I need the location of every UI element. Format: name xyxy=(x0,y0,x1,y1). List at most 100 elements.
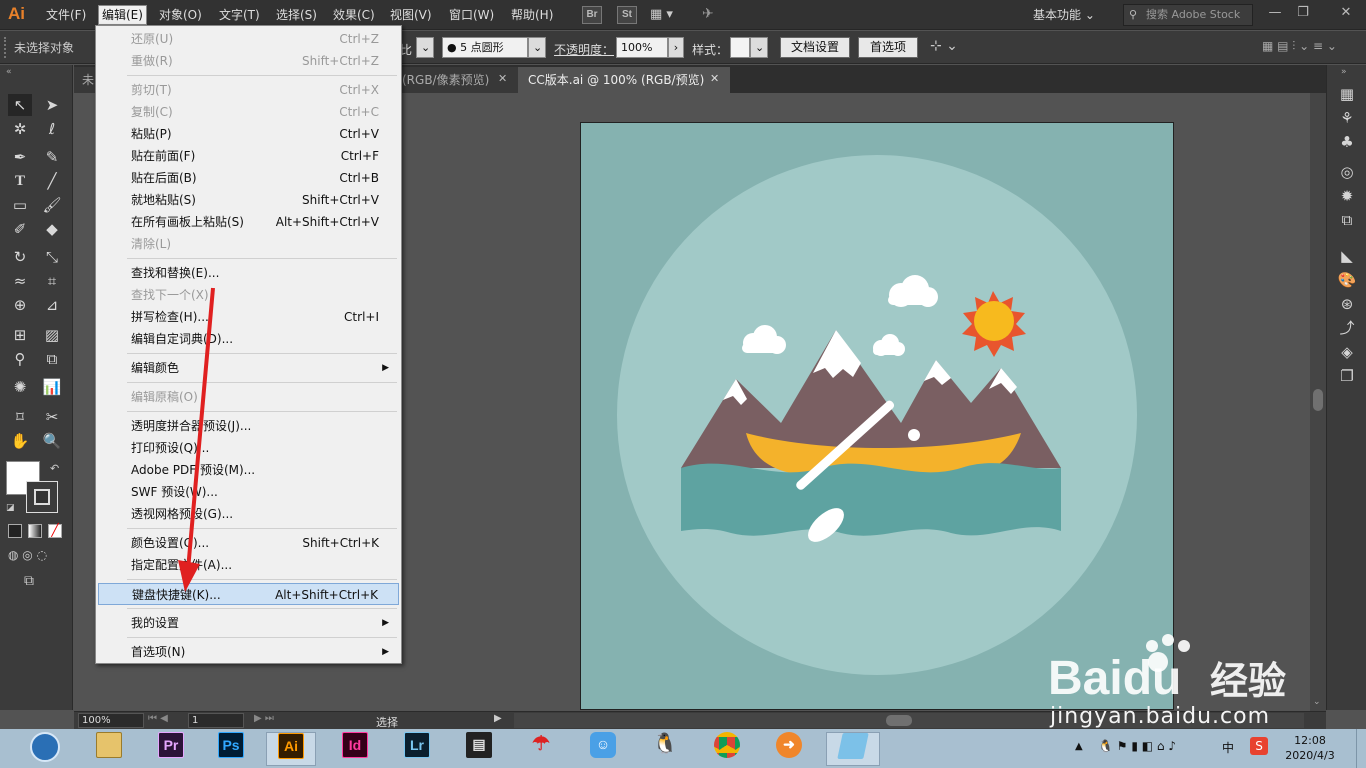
brushes-icon[interactable]: ⚘ xyxy=(1335,107,1359,129)
artboard[interactable] xyxy=(580,122,1174,710)
menu-view[interactable]: 视图(V) xyxy=(387,6,435,24)
edit-menu-item[interactable]: 我的设置 ▶ xyxy=(98,612,399,634)
zoom-field[interactable]: 100% xyxy=(78,713,144,728)
swap-fill-stroke-icon[interactable]: ↶ xyxy=(50,462,59,475)
file-explorer-icon[interactable] xyxy=(84,732,134,766)
menu-edit[interactable]: 编辑(E) xyxy=(98,5,147,25)
scroll-thumb[interactable] xyxy=(1313,389,1323,411)
chat-app-icon[interactable]: ☺ xyxy=(578,732,628,766)
close-tab-icon[interactable]: ✕ xyxy=(710,72,719,85)
stock-search-input[interactable]: ⚲ 搜索 Adobe Stock xyxy=(1123,4,1253,26)
edit-menu-item[interactable]: 粘贴(P) Ctrl+V xyxy=(98,123,399,145)
qq-icon[interactable]: 🐧 xyxy=(640,732,690,766)
video-editor-icon[interactable]: ▤ xyxy=(454,732,504,766)
menu-object[interactable]: 对象(O) xyxy=(156,6,205,24)
hand-tool-icon[interactable]: ✋ xyxy=(8,430,32,452)
edit-menu-item[interactable]: 指定配置文件(A)... xyxy=(98,554,399,576)
first-artboard-icon[interactable]: ⏮ ◀ xyxy=(148,713,168,724)
menu-select[interactable]: 选择(S) xyxy=(273,6,320,24)
lasso-tool-icon[interactable]: ℓ xyxy=(40,118,64,140)
stroke-swatch[interactable] xyxy=(26,481,58,513)
lightroom-icon[interactable]: Lr xyxy=(392,732,442,766)
edit-menu-item[interactable]: 透视网格预设(G)... xyxy=(98,503,399,525)
bridge-button[interactable]: Br xyxy=(582,6,602,24)
edit-menu-item[interactable]: SWF 预设(W)... xyxy=(98,481,399,503)
edit-menu-item[interactable]: 贴在后面(B) Ctrl+B xyxy=(98,167,399,189)
edit-menu-item[interactable]: 就地粘贴(S) Shift+Ctrl+V xyxy=(98,189,399,211)
color-guide-icon[interactable]: ▦ xyxy=(1335,83,1359,105)
gradient-mode-icon[interactable] xyxy=(28,524,42,538)
symbol-sprayer-tool-icon[interactable]: ✺ xyxy=(8,376,32,398)
default-colors-icon[interactable]: ◪ xyxy=(6,503,15,513)
minimize-button[interactable]: — xyxy=(1262,3,1288,23)
none-mode-icon[interactable]: ╱ xyxy=(48,524,62,538)
ratio-dropdown[interactable]: ⌄ xyxy=(416,37,434,58)
status-menu-arrow[interactable]: ▶ xyxy=(494,713,502,724)
perspective-grid-tool-icon[interactable]: ⊿ xyxy=(40,294,64,316)
opacity-input[interactable]: 100% xyxy=(616,37,668,58)
vertical-scrollbar[interactable]: ⌄ xyxy=(1310,93,1326,711)
tab-cc-version[interactable]: CC版本.ai @ 100% (RGB/预览) xyxy=(518,67,730,93)
magic-wand-tool-icon[interactable]: ✲ xyxy=(8,118,32,140)
menu-type[interactable]: 文字(T) xyxy=(216,6,263,24)
column-graph-tool-icon[interactable]: 📊 xyxy=(40,376,64,398)
artboards-icon[interactable]: ❐ xyxy=(1335,365,1359,387)
edit-menu-item[interactable]: 贴在前面(F) Ctrl+F xyxy=(98,145,399,167)
eyedropper-tool-icon[interactable]: ⚲ xyxy=(8,348,32,370)
brush-dropdown[interactable]: ⌄ xyxy=(528,37,546,58)
next-artboard-icon[interactable]: ▶ ⏭ xyxy=(254,713,274,724)
rotate-tool-icon[interactable]: ↻ xyxy=(8,246,32,268)
edit-menu-item[interactable]: 在所有画板上粘贴(S) Alt+Shift+Ctrl+V xyxy=(98,211,399,233)
free-transform-tool-icon[interactable]: ⌗ xyxy=(40,270,64,292)
gradient-panel-icon[interactable]: ◣ xyxy=(1335,245,1359,267)
draw-mode-icons[interactable]: ◍ ◎ ◌ xyxy=(8,548,47,562)
menu-effect[interactable]: 效果(C) xyxy=(330,6,378,24)
pen-tool-icon[interactable]: ✒ xyxy=(8,146,32,168)
edit-menu-item[interactable]: 查找和替换(E)... xyxy=(98,262,399,284)
type-tool-icon[interactable]: T xyxy=(8,170,32,192)
menu-file[interactable]: 文件(F) xyxy=(43,6,89,24)
stock-button[interactable]: St xyxy=(617,6,637,24)
appearance-icon[interactable]: ✹ xyxy=(1335,185,1359,207)
export-icon[interactable]: ⧉ xyxy=(1335,209,1359,231)
menu-help[interactable]: 帮助(H) xyxy=(508,6,556,24)
edit-menu-item[interactable]: 透明度拼合器预设(J)... xyxy=(98,415,399,437)
ime-indicator[interactable]: 中 xyxy=(1222,739,1234,756)
workspace-switcher[interactable]: 基本功能 ⌄ xyxy=(1033,6,1095,23)
width-tool-icon[interactable]: ≈ xyxy=(8,270,32,292)
orange-app-icon[interactable]: ➜ xyxy=(764,732,814,766)
opacity-arrow[interactable]: › xyxy=(668,37,684,58)
symbols-icon[interactable]: ♣ xyxy=(1335,131,1359,153)
edit-menu-item[interactable]: 键盘快捷键(K)... Alt+Shift+Ctrl+K xyxy=(98,583,399,605)
close-button[interactable]: ✕ xyxy=(1330,3,1362,23)
collapse-icon[interactable]: » xyxy=(1341,67,1347,77)
scale-tool-icon[interactable]: ⤡ xyxy=(40,246,64,268)
start-button[interactable] xyxy=(20,732,70,766)
edit-menu-item[interactable]: 打印预设(Q)... xyxy=(98,437,399,459)
swatches-icon[interactable]: 🎨 xyxy=(1335,269,1359,291)
curvature-tool-icon[interactable]: ✎ xyxy=(40,146,64,168)
direct-selection-tool-icon[interactable]: ➤ xyxy=(40,94,64,116)
preferences-button[interactable]: 首选项 xyxy=(858,37,918,58)
scroll-thumb[interactable] xyxy=(886,715,912,726)
tab-untitled[interactable]: 未 xyxy=(74,67,96,93)
menu-window[interactable]: 窗口(W) xyxy=(446,6,497,24)
layers-icon[interactable]: ◈ xyxy=(1335,341,1359,363)
edit-menu-item[interactable]: 编辑自定词典(D)... xyxy=(98,328,399,350)
screen-mode-icon[interactable]: ⧉ xyxy=(24,573,34,589)
opacity-label[interactable]: 不透明度： xyxy=(554,41,614,58)
color-mode-icon[interactable] xyxy=(8,524,22,538)
style-dropdown[interactable]: ⌄ xyxy=(750,37,768,58)
shaper-tool-icon[interactable]: ✐ xyxy=(8,218,32,240)
slice-tool-icon[interactable]: ✂ xyxy=(40,406,64,428)
chrome-icon[interactable] xyxy=(702,732,752,766)
tray-icons[interactable]: 🐧 ⚑ ▮ ◧ ⌂ ♪ xyxy=(1098,739,1176,753)
artboard-number-field[interactable]: 1 xyxy=(188,713,244,728)
restore-button[interactable]: ❐ xyxy=(1290,3,1316,23)
line-tool-icon[interactable]: ╱ xyxy=(40,170,64,192)
gradient-tool-icon[interactable]: ▨ xyxy=(40,324,64,346)
eraser-tool-icon[interactable]: ◆ xyxy=(40,218,64,240)
mesh-tool-icon[interactable]: ⊞ xyxy=(8,324,32,346)
shape-builder-tool-icon[interactable]: ⊕ xyxy=(8,294,32,316)
show-hidden-icons[interactable]: ▲ xyxy=(1075,741,1083,752)
